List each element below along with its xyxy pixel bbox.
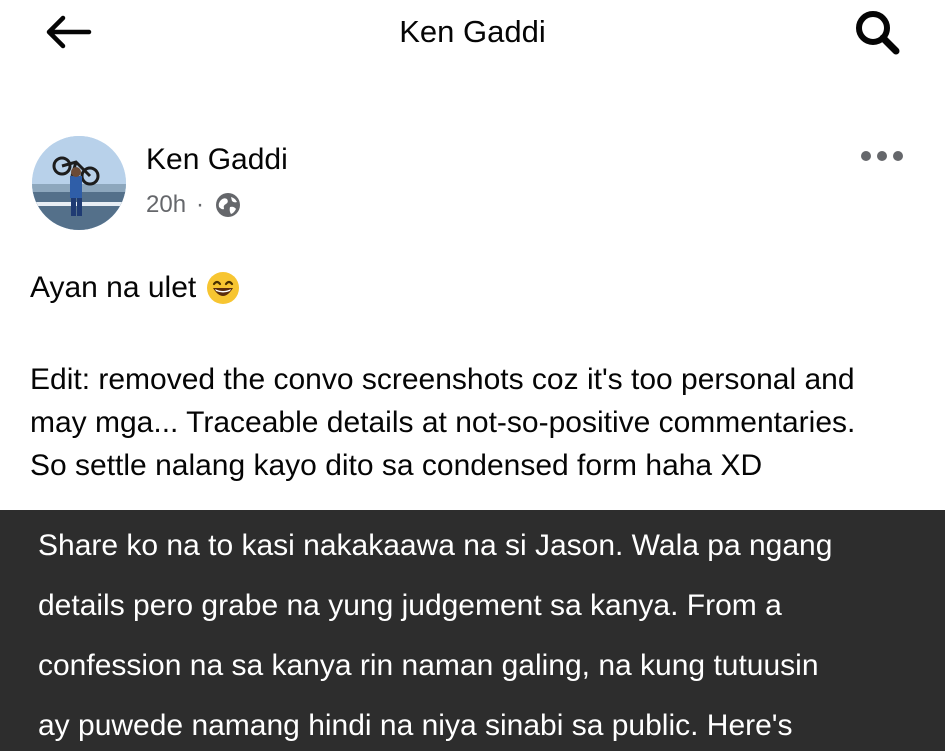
shared-image-text: Share ko na to kasi nakakaawa na si Jaso… xyxy=(38,516,918,756)
page-title: Ken Gaddi xyxy=(399,14,546,49)
shared-image-line: confession na sa kanya rin naman galing,… xyxy=(38,649,819,682)
shared-image-line: Share ko na to kasi nakakaawa na si Jaso… xyxy=(38,529,833,562)
post-edit-line: may mga... Traceable details at not-so-p… xyxy=(30,406,856,439)
more-horizontal-icon xyxy=(861,151,903,161)
search-icon xyxy=(856,11,900,55)
post-timestamp[interactable]: 20h xyxy=(146,191,186,219)
more-options-button[interactable] xyxy=(855,138,909,174)
post-meta: 20h · xyxy=(146,189,242,221)
top-bar: Ken Gaddi xyxy=(0,0,945,70)
globe-icon[interactable] xyxy=(214,191,242,219)
meta-separator: · xyxy=(196,191,205,218)
grinning-face-emoji-icon xyxy=(206,271,240,305)
avatar[interactable] xyxy=(32,136,126,230)
post-edit-line: Edit: removed the convo screenshots coz … xyxy=(30,363,855,396)
shared-image-line: details pero grabe na yung judgement sa … xyxy=(38,589,782,622)
post-edit-line: So settle nalang kayo dito sa condensed … xyxy=(30,449,763,482)
profile-photo xyxy=(32,136,126,230)
post-author-name[interactable]: Ken Gaddi xyxy=(146,142,288,178)
shared-image-line: ay puwede namang hindi na niya sinabi sa… xyxy=(38,709,793,742)
post-text: Ayan na ulet xyxy=(30,271,197,304)
post-edit-note: Edit: removed the convo screenshots coz … xyxy=(30,358,930,487)
post-text-line: Ayan na ulet xyxy=(30,268,240,308)
search-button[interactable] xyxy=(846,8,908,56)
